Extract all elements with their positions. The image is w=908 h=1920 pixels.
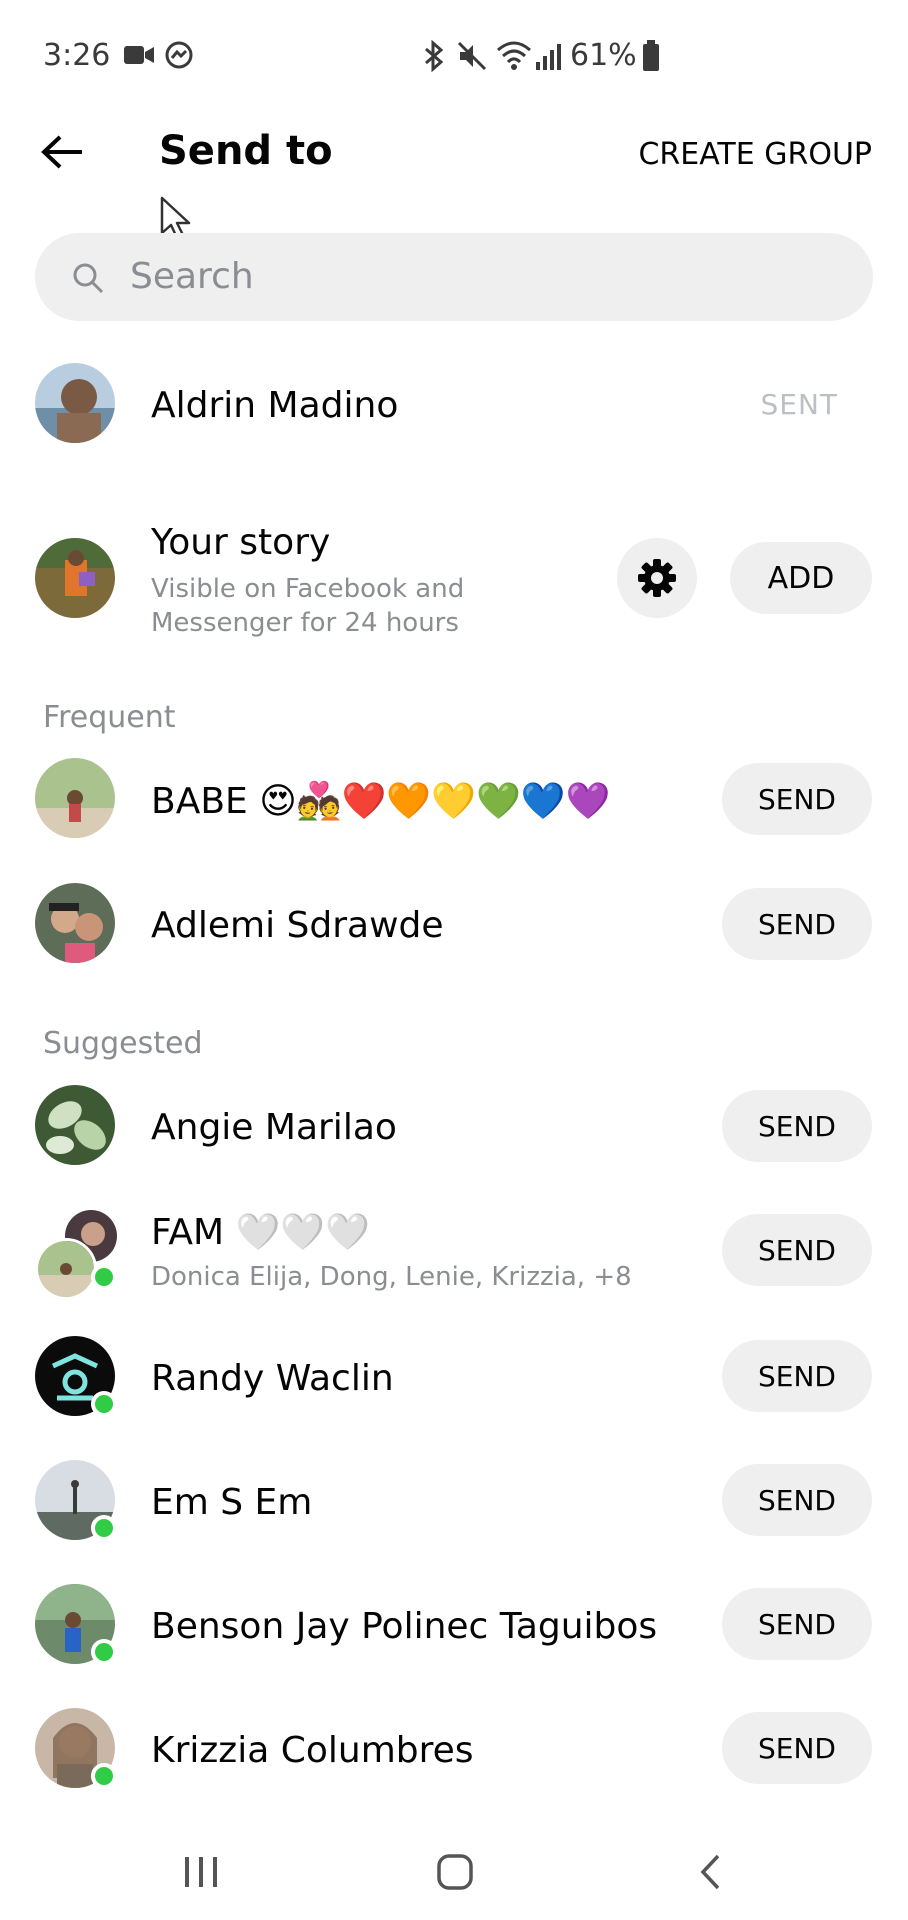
back-arrow-icon bbox=[41, 135, 82, 169]
send-button[interactable]: SEND bbox=[722, 888, 872, 960]
section-header-suggested: Suggested bbox=[43, 1026, 203, 1061]
contact-name: FAM 🤍🤍🤍 bbox=[151, 1212, 371, 1253]
section-header-frequent: Frequent bbox=[43, 700, 176, 735]
online-indicator bbox=[91, 1264, 117, 1290]
send-button[interactable]: SEND bbox=[722, 1214, 872, 1286]
contact-name: Randy Waclin bbox=[151, 1358, 394, 1399]
contact-name: Em S Em bbox=[151, 1482, 313, 1523]
search-icon bbox=[72, 262, 104, 294]
chevron-left-icon bbox=[700, 1854, 720, 1890]
nav-back-button[interactable] bbox=[680, 1842, 740, 1902]
home-button[interactable] bbox=[425, 1842, 485, 1902]
story-settings-button[interactable] bbox=[617, 538, 697, 618]
sent-status: SENT bbox=[760, 388, 838, 421]
search-input[interactable] bbox=[130, 256, 730, 297]
send-button[interactable]: SEND bbox=[722, 763, 872, 835]
home-icon bbox=[437, 1854, 473, 1890]
contact-name: Aldrin Madino bbox=[151, 385, 399, 426]
send-button[interactable]: SEND bbox=[722, 1588, 872, 1660]
avatar bbox=[35, 883, 115, 963]
status-time: 3:26 bbox=[43, 38, 111, 73]
create-group-button[interactable]: CREATE GROUP bbox=[638, 137, 872, 172]
contact-name: Angie Marilao bbox=[151, 1107, 397, 1148]
send-button[interactable]: SEND bbox=[722, 1712, 872, 1784]
wifi-icon bbox=[496, 40, 532, 74]
recent-apps-icon bbox=[185, 1857, 217, 1887]
online-indicator bbox=[91, 1639, 117, 1665]
contact-name: Krizzia Columbres bbox=[151, 1730, 474, 1771]
online-indicator bbox=[91, 1515, 117, 1541]
story-avatar bbox=[35, 538, 115, 618]
battery-percent: 61% bbox=[570, 38, 637, 73]
online-indicator bbox=[91, 1763, 117, 1789]
signal-icon bbox=[535, 42, 561, 74]
back-button[interactable] bbox=[36, 126, 88, 178]
online-indicator bbox=[91, 1391, 117, 1417]
send-button[interactable]: SEND bbox=[722, 1090, 872, 1162]
contact-name: Adlemi Sdrawde bbox=[151, 905, 444, 946]
story-subtitle-2: Messenger for 24 hours bbox=[151, 608, 459, 638]
bluetooth-icon bbox=[421, 39, 447, 76]
mute-icon bbox=[456, 40, 488, 76]
contact-name: Benson Jay Polinec Taguibos bbox=[151, 1606, 658, 1647]
messenger-icon bbox=[164, 40, 194, 74]
avatar bbox=[35, 758, 115, 838]
group-members: Donica Elija, Dong, Lenie, Krizzia, +8 bbox=[151, 1262, 632, 1292]
battery-icon bbox=[642, 40, 660, 76]
video-icon bbox=[123, 42, 155, 72]
story-subtitle-1: Visible on Facebook and bbox=[151, 574, 465, 604]
gear-icon bbox=[638, 559, 676, 597]
story-title: Your story bbox=[151, 522, 331, 563]
send-button[interactable]: SEND bbox=[722, 1340, 872, 1412]
recent-apps-button[interactable] bbox=[171, 1842, 231, 1902]
contact-name: BABE 😍💑❤️🧡💛💚💙💜 bbox=[151, 781, 611, 822]
send-button[interactable]: SEND bbox=[722, 1464, 872, 1536]
avatar bbox=[35, 363, 115, 443]
page-title: Send to bbox=[159, 128, 333, 174]
add-story-button[interactable]: ADD bbox=[730, 542, 872, 614]
avatar bbox=[35, 1085, 115, 1165]
